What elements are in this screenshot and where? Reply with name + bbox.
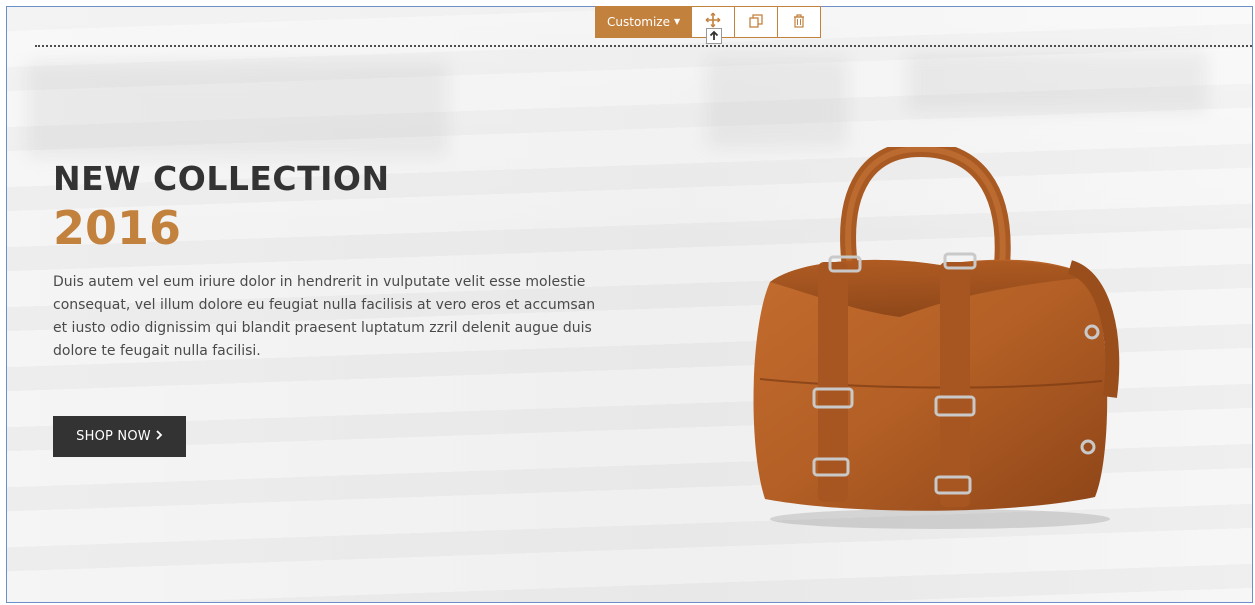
leather-handbag-image <box>753 147 1120 529</box>
duplicate-button[interactable] <box>735 6 779 38</box>
hero-banner: NEW COLLECTION 2016 Duis autem vel eum i… <box>7 7 1252 602</box>
section-boundary <box>35 45 1252 47</box>
delete-button[interactable] <box>778 6 822 38</box>
background-blur-shape <box>907 52 1207 112</box>
background-blur-shape <box>27 62 447 157</box>
copy-icon <box>749 13 763 32</box>
hero-year: 2016 <box>53 201 182 255</box>
customize-button[interactable]: Customize ▼ <box>595 6 693 38</box>
hero-heading: NEW COLLECTION <box>53 159 390 198</box>
background-blur-shape <box>707 57 847 147</box>
drag-handle-icon[interactable] <box>706 28 722 44</box>
caret-down-icon: ▼ <box>674 17 681 26</box>
trash-icon <box>793 13 805 32</box>
customize-label: Customize <box>607 15 670 29</box>
shop-now-label: SHOP NOW <box>76 429 151 444</box>
shop-now-button[interactable]: SHOP NOW <box>53 416 186 457</box>
hero-description: Duis autem vel eum iriure dolor in hendr… <box>53 274 596 359</box>
chevron-right-icon <box>155 429 163 444</box>
page-frame: NEW COLLECTION 2016 Duis autem vel eum i… <box>6 6 1253 603</box>
